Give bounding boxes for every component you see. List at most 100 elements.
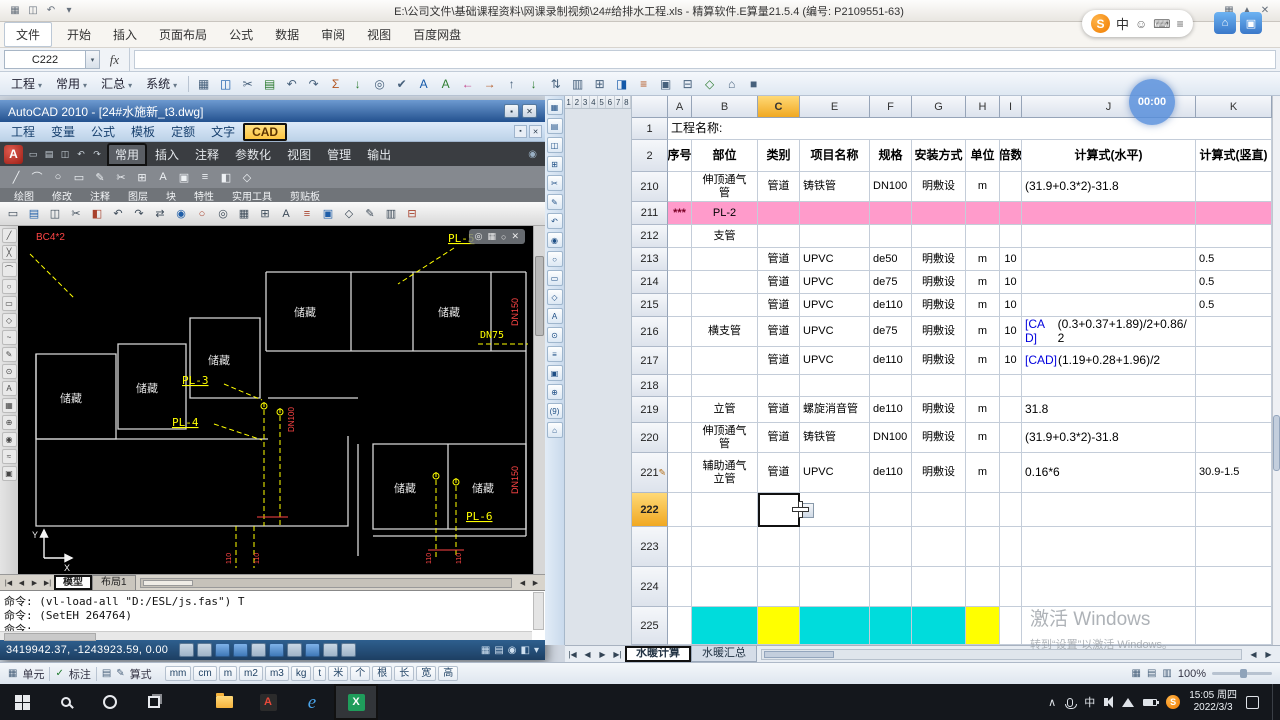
- toolbar-icon[interactable]: ↷: [303, 74, 324, 93]
- cad-panel-icon[interactable]: (9): [546, 403, 563, 419]
- menu-tab-2[interactable]: 开始: [56, 23, 102, 46]
- acad-nav-icon[interactable]: ▦: [488, 231, 497, 242]
- acad-nav-icon[interactable]: ○: [501, 232, 506, 242]
- task-view-button[interactable]: [132, 684, 176, 720]
- ime-mode-indicator[interactable]: 中: [1116, 14, 1129, 33]
- cad-panel-icon[interactable]: ⊙: [546, 327, 563, 343]
- toolbar-icon[interactable]: ▥: [567, 74, 588, 93]
- titlebar-icon[interactable]: ▾: [60, 5, 78, 16]
- layout-tab[interactable]: 模型: [54, 575, 92, 590]
- cell-B213[interactable]: [692, 248, 758, 271]
- taskbar-browser[interactable]: e: [290, 684, 334, 720]
- acad-draw-tool-icon[interactable]: ⊕: [1, 415, 17, 430]
- cell-C214[interactable]: 管道: [758, 271, 800, 294]
- cell-B212[interactable]: 支管: [692, 225, 758, 248]
- toolbar-menu[interactable]: 常用: [49, 75, 94, 92]
- volume-icon[interactable]: [1104, 696, 1114, 708]
- toolbar-icon[interactable]: ▤: [259, 74, 280, 93]
- acad-ribbon-tab[interactable]: 输出: [359, 143, 399, 166]
- cell-C220[interactable]: 管道: [758, 423, 800, 453]
- taskbar-autocad[interactable]: A: [246, 684, 290, 720]
- cell-I213[interactable]: 10: [1000, 248, 1022, 271]
- acad-toolbar-icon[interactable]: ▭: [3, 204, 23, 223]
- acad-panel-icon[interactable]: ✂: [113, 171, 129, 184]
- namebox-dropdown-icon[interactable]: ▾: [85, 51, 99, 68]
- column-header-A[interactable]: A: [668, 96, 692, 118]
- column-header-E[interactable]: E: [800, 96, 870, 118]
- cad-panel-icon[interactable]: ▣: [546, 365, 563, 381]
- unit-button[interactable]: t: [313, 666, 327, 681]
- cell-F214[interactable]: de75: [870, 271, 912, 294]
- cell-E212[interactable]: [800, 225, 870, 248]
- panel-tab-CAD[interactable]: CAD: [243, 122, 288, 141]
- row-header-211[interactable]: 211: [632, 202, 668, 225]
- acad-toolbar-icon[interactable]: ▥: [381, 204, 401, 223]
- quick-button[interactable]: 2: [573, 96, 582, 108]
- sheet-nav-button[interactable]: ▶: [595, 650, 610, 659]
- acad-toolbar-icon[interactable]: ⊟: [402, 204, 422, 223]
- unit-button[interactable]: kg: [290, 666, 312, 681]
- cell-F221[interactable]: de110: [870, 453, 912, 493]
- tray-expand-icon[interactable]: ∧: [1048, 696, 1056, 709]
- cell-I221[interactable]: [1000, 453, 1022, 493]
- acad-panel-icon[interactable]: ○: [50, 171, 66, 183]
- cell-F224[interactable]: [870, 567, 912, 607]
- cell-C221[interactable]: 管道: [758, 453, 800, 493]
- unit-button[interactable]: 宽: [416, 666, 437, 681]
- toolbar-menu[interactable]: 汇总: [94, 75, 139, 92]
- acad-toolbar-icon[interactable]: ↶: [108, 204, 128, 223]
- cell-E210[interactable]: 铸铁管: [800, 172, 870, 202]
- toolbar-icon[interactable]: ◨: [611, 74, 632, 93]
- toolbar-icon[interactable]: ≡: [633, 74, 654, 93]
- cell-A217[interactable]: [668, 347, 692, 375]
- unit-button[interactable]: cm: [193, 666, 217, 681]
- cad-panel-icon[interactable]: ⊕: [546, 384, 563, 400]
- cell-I225[interactable]: [1000, 607, 1022, 645]
- cad-panel-icon[interactable]: ▤: [546, 118, 563, 134]
- cell-C213[interactable]: 管道: [758, 248, 800, 271]
- menu-tab-8[interactable]: 视图: [356, 23, 402, 46]
- cell-A219[interactable]: [668, 397, 692, 423]
- project-name-cell[interactable]: 工程名称:: [668, 118, 1272, 140]
- cell-A224[interactable]: [668, 567, 692, 607]
- cell-E214[interactable]: UPVC: [800, 271, 870, 294]
- network-icon[interactable]: [1122, 697, 1135, 707]
- layout-nav-icon[interactable]: ▶|: [41, 579, 54, 587]
- ime-indicator[interactable]: 中: [1084, 694, 1095, 710]
- acad-draw-tool-icon[interactable]: ◉: [1, 432, 17, 447]
- cell-C219[interactable]: 管道: [758, 397, 800, 423]
- canvas-hscroll-arrow[interactable]: ▶: [529, 579, 542, 587]
- panel-tab-定额[interactable]: 定额: [163, 122, 203, 141]
- cell-G219[interactable]: 明敷设: [912, 397, 966, 423]
- cell-C210[interactable]: 管道: [758, 172, 800, 202]
- cell-A222[interactable]: [668, 493, 692, 527]
- acad-draw-tool-icon[interactable]: ╱: [1, 228, 17, 243]
- toolbar-icon[interactable]: Σ: [325, 74, 346, 93]
- cad-panel-icon[interactable]: ⌂: [546, 422, 563, 438]
- row-header-215[interactable]: 215: [632, 294, 668, 317]
- cell-I220[interactable]: [1000, 423, 1022, 453]
- toolbar-icon[interactable]: ↓: [523, 74, 544, 93]
- cell-B225[interactable]: [692, 607, 758, 645]
- cad-panel-icon[interactable]: ✎: [546, 194, 563, 210]
- sogou-logo-icon[interactable]: S: [1091, 14, 1110, 33]
- acad-toolbar-icon[interactable]: ◇: [339, 204, 359, 223]
- cell-K210[interactable]: [1196, 172, 1272, 202]
- menu-tab-6[interactable]: 数据: [264, 23, 310, 46]
- cell-I210[interactable]: [1000, 172, 1022, 202]
- cell-B220[interactable]: 伸顶通气管: [692, 423, 758, 453]
- unit-button[interactable]: mm: [164, 666, 192, 681]
- row-header-225[interactable]: 225: [632, 607, 668, 645]
- cell-K213[interactable]: 0.5: [1196, 248, 1272, 271]
- sheet-scroll-arrow[interactable]: ▶: [1261, 650, 1276, 659]
- show-desktop-button[interactable]: [1272, 684, 1276, 720]
- toolbar-icon[interactable]: ▣: [655, 74, 676, 93]
- cell-J217[interactable]: [CAD] (1.19+0.28+1.96)/2: [1022, 347, 1196, 375]
- quick-button[interactable]: 3: [581, 96, 590, 108]
- formula-input[interactable]: [134, 50, 1276, 69]
- battery-icon[interactable]: [1143, 698, 1160, 706]
- acad-status-toggle[interactable]: [269, 643, 285, 657]
- acad-toolbar-icon[interactable]: ▦: [234, 204, 254, 223]
- row-header-212[interactable]: 212: [632, 225, 668, 248]
- cell-F225[interactable]: [870, 607, 912, 645]
